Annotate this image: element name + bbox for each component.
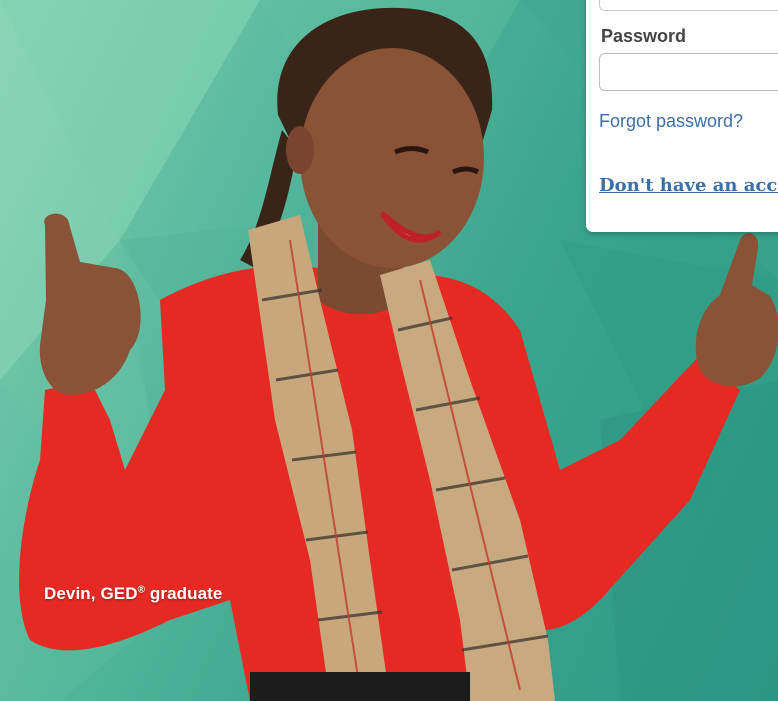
password-input[interactable] [599,53,778,91]
password-label: Password [601,26,687,46]
username-input[interactable] [599,0,778,11]
registered-mark: ® [137,584,146,596]
caption-name: Devin, GED [44,584,138,603]
forgot-password-link[interactable]: Forgot password? [599,111,743,132]
signup-link[interactable]: Don't have an acco [599,175,778,196]
login-card: Password Forgot password? Don't have an … [586,0,778,232]
caption-role: graduate [149,584,223,603]
photo-caption: Devin, GED® graduate [44,584,222,604]
